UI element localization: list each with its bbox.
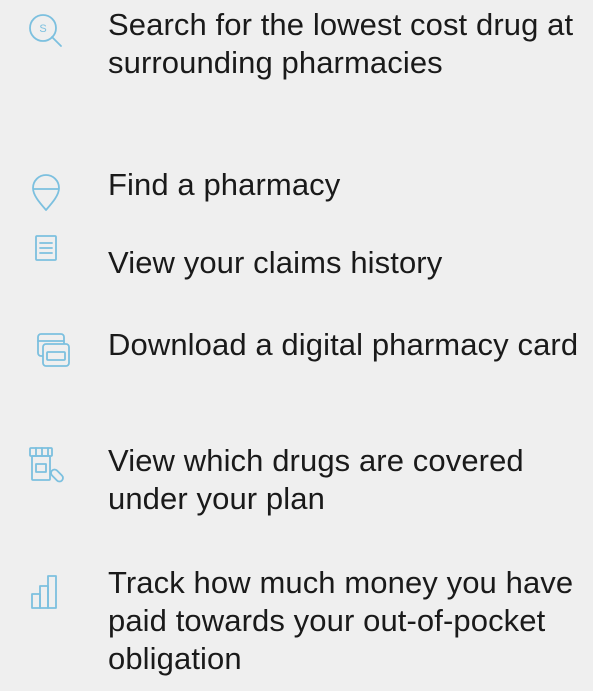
feature-label-covered-drugs: View which drugs are covered under your … (108, 443, 524, 516)
pharmacy-card-icon (18, 324, 74, 380)
feature-item-covered-drugs: View which drugs are covered under your … (0, 440, 593, 540)
map-pin-icon (18, 164, 74, 220)
feature-label-digital-card: Download a digital pharmacy card (108, 327, 579, 362)
feature-label-search: Search for the lowest cost drug at surro… (108, 7, 574, 80)
document-list-icon (18, 228, 74, 284)
feature-label-find-pharmacy: Find a pharmacy (108, 167, 341, 202)
feature-label-track-spending: Track how much money you have paid towar… (108, 565, 574, 676)
feature-item-digital-card: Download a digital pharmacy card (0, 322, 593, 422)
bar-chart-icon (18, 564, 74, 620)
search-price-icon: S (18, 4, 74, 60)
search-icon-symbol: S (39, 23, 46, 35)
feature-item-search-lowest-cost: S Search for the lowest cost drug at sur… (0, 0, 593, 140)
pill-bottle-icon (18, 440, 74, 496)
feature-label-claims-history: View your claims history (108, 245, 443, 280)
feature-list: S Search for the lowest cost drug at sur… (0, 0, 593, 691)
feature-item-track-spending: Track how much money you have paid towar… (0, 558, 593, 691)
feature-item-claims-history: View your claims history (0, 226, 593, 286)
feature-item-find-pharmacy: Find a pharmacy (0, 160, 593, 220)
